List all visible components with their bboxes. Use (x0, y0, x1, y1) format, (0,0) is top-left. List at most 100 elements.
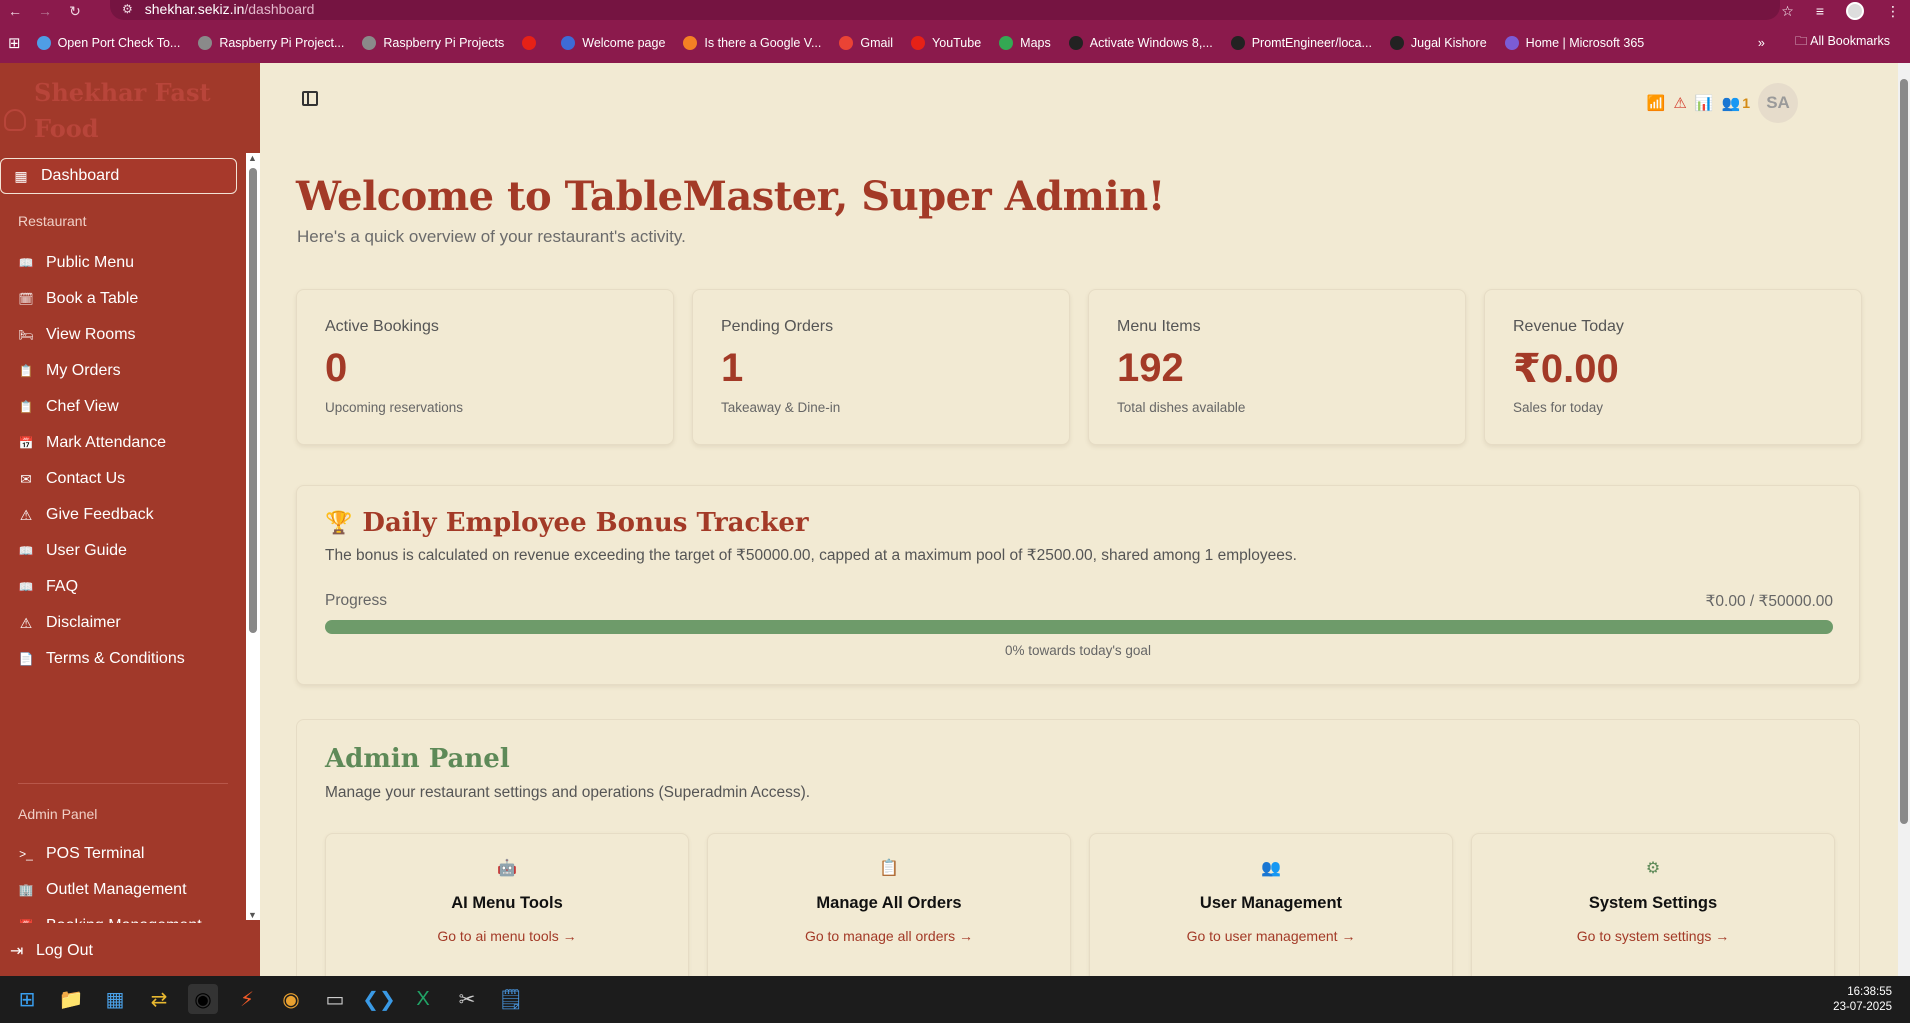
admin-tool-card[interactable]: 🤖 AI Menu Tools Go to ai menu tools → (325, 833, 689, 976)
bonus-description: The bonus is calculated on revenue excee… (325, 547, 1297, 564)
sidebar-item-booking-management[interactable]: 📅 Booking Management (0, 908, 236, 923)
sidebar-item-outlet-management[interactable]: 🏢 Outlet Management (0, 872, 236, 908)
bookmark-item[interactable]: Home | Microsoft 365 (1504, 35, 1644, 50)
excel-icon[interactable]: X (408, 984, 438, 1014)
sidebar-item-public-menu[interactable]: 📖 Public Menu (0, 245, 236, 281)
admin-tool-title: Manage All Orders (816, 894, 962, 912)
bookmark-favicon-icon (522, 35, 537, 50)
store-icon[interactable]: ▦ (100, 984, 130, 1014)
bonus-title: 🏆 Daily Employee Bonus Tracker (325, 508, 809, 538)
scrollbar-thumb[interactable] (249, 168, 257, 633)
windows-start-icon[interactable]: ⊞ (12, 984, 42, 1014)
scroll-up-icon[interactable]: ▲ (248, 153, 257, 163)
bookmark-item[interactable]: Is there a Google V... (683, 35, 821, 50)
sidebar-scrollbar[interactable]: ▲ ▼ (246, 153, 260, 920)
bookmarks-bar: ⊞ Open Port Check To... Raspberry Pi Proj… (0, 22, 1910, 63)
sidebar-toggle-icon[interactable] (302, 91, 318, 106)
dashboard-icon: ▦ (14, 167, 28, 184)
media-icon[interactable]: ≡ (1816, 3, 1824, 19)
sidebar-item-user-guide[interactable]: 📖 User Guide (0, 533, 236, 569)
admin-tool-link[interactable]: Go to system settings → (1472, 928, 1834, 944)
bookmark-favicon-icon (1504, 35, 1519, 50)
bookmark-item[interactable]: Gmail (839, 35, 894, 50)
bookmark-label: YouTube (932, 35, 982, 50)
sidebar-item-pos-terminal[interactable]: >_ POS Terminal (0, 836, 236, 872)
section-admin-panel: Admin Panel (18, 806, 98, 822)
system-clock[interactable]: 16:38:55 23-07-2025 (1833, 985, 1892, 1015)
snipping-icon[interactable]: ✂ (452, 984, 482, 1014)
bookmark-item[interactable]: Maps (999, 35, 1051, 50)
admin-tool-card[interactable]: ⚙ System Settings Go to system settings → (1471, 833, 1835, 976)
admin-tool-link[interactable]: Go to user management → (1090, 928, 1452, 944)
sidebar-item-my-orders[interactable]: 📋 My Orders (0, 353, 236, 389)
chrome-profile-icon[interactable]: ◉ (276, 984, 306, 1014)
bookmark-item[interactable]: Activate Windows 8,... (1068, 35, 1213, 50)
stat-hint: Upcoming reservations (325, 400, 464, 415)
alert-triangle-icon[interactable]: ⚠ (1673, 94, 1686, 112)
admin-tool-link-text: Go to ai menu tools (437, 928, 559, 944)
avatar[interactable]: SA (1758, 83, 1798, 123)
users-icon[interactable]: 👥 (1722, 94, 1741, 112)
mail-icon: ✉ (20, 470, 32, 487)
back-icon[interactable]: ← (0, 3, 30, 19)
terminal-icon[interactable]: ▭ (320, 984, 350, 1014)
sidebar-item-give-feedback[interactable]: ⚠ Give Feedback (0, 497, 236, 533)
flash-icon[interactable]: ⚡ (232, 984, 262, 1014)
sidebar-item-book-a-table[interactable]: 🗓 Book a Table (0, 281, 236, 317)
page-scrollbar[interactable] (1898, 63, 1910, 976)
app-icon[interactable]: ⇄ (144, 984, 174, 1014)
logout-button[interactable]: ⇥ Log Out (0, 933, 93, 969)
bookmark-star-icon[interactable]: ☆ (1781, 3, 1794, 20)
bar-chart-icon[interactable]: 📊 (1695, 94, 1714, 112)
chrome-icon[interactable]: ◉ (188, 984, 218, 1014)
sidebar-item-dashboard[interactable]: ▦ Dashboard (0, 158, 237, 194)
admin-tool-link[interactable]: Go to manage all orders → (708, 928, 1070, 944)
bookmark-item[interactable]: Raspberry Pi Projects (362, 35, 504, 50)
bookmark-item[interactable]: Raspberry Pi Project... (198, 35, 344, 50)
notepad-icon[interactable]: 🗒 (496, 984, 526, 1014)
stat-hint: Sales for today (1513, 400, 1604, 415)
sidebar-item-disclaimer[interactable]: ⚠ Disclaimer (0, 605, 236, 641)
apps-grid-icon[interactable]: ⊞ (8, 34, 21, 52)
menu-icon[interactable]: ⋮ (1886, 3, 1900, 20)
calendar-clock-icon: 🗓 (18, 292, 34, 306)
sidebar-item-view-rooms[interactable]: 🛏 View Rooms (0, 317, 236, 353)
sidebar-item-faq[interactable]: 📖 FAQ (0, 569, 236, 605)
bookmark-item[interactable]: Jugal Kishore (1389, 35, 1487, 50)
sidebar-item-label: My Orders (46, 362, 121, 379)
bookmark-item[interactable] (522, 35, 543, 50)
file-explorer-icon[interactable]: 📁 (56, 984, 86, 1014)
page-scrollbar-thumb[interactable] (1900, 79, 1908, 824)
address-bar[interactable]: ⚙ shekhar.sekiz.in/dashboard (110, 0, 1780, 20)
bookmark-item[interactable]: Open Port Check To... (36, 35, 180, 50)
site-info-icon[interactable]: ⚙ (122, 2, 133, 16)
reload-icon[interactable]: ↻ (60, 3, 90, 20)
admin-panel-title: Admin Panel (325, 744, 510, 774)
sidebar-item-terms-conditions[interactable]: 📄 Terms & Conditions (0, 641, 236, 677)
all-bookmarks[interactable]: 🗀 All Bookmarks (1795, 32, 1890, 53)
admin-tool-card[interactable]: 👥 User Management Go to user management → (1089, 833, 1453, 976)
profile-avatar[interactable] (1846, 2, 1864, 20)
forward-icon[interactable]: → (30, 3, 60, 19)
bookmark-label: Gmail (860, 35, 894, 50)
scroll-down-icon[interactable]: ▼ (248, 910, 257, 920)
clipboard-list-icon: 📋 (18, 364, 34, 378)
sidebar: Shekhar Fast Food ▦ Dashboard Restaurant… (0, 63, 260, 976)
sidebar-item-mark-attendance[interactable]: 📅 Mark Attendance (0, 425, 236, 461)
brand[interactable]: Shekhar Fast Food (0, 75, 260, 147)
bookmark-item[interactable]: Welcome page (561, 35, 665, 50)
sidebar-item-label: Terms & Conditions (46, 650, 185, 667)
wifi-icon: 📶 (1646, 95, 1666, 112)
sidebar-item-chef-view[interactable]: 📋 Chef View (0, 389, 236, 425)
bookmark-item[interactable]: PromtEngineer/loca... (1230, 35, 1372, 50)
more-bookmarks-icon[interactable]: » (1758, 36, 1765, 50)
logout-label: Log Out (36, 942, 93, 959)
sidebar-item-contact-us[interactable]: ✉ Contact Us (0, 461, 236, 497)
bookmark-label: Activate Windows 8,... (1089, 35, 1213, 50)
admin-tool-card[interactable]: 📋 Manage All Orders Go to manage all order… (707, 833, 1071, 976)
bookmark-item[interactable]: YouTube (911, 35, 982, 50)
vscode-icon[interactable]: ❮❯ (362, 984, 396, 1014)
sidebar-nav: ▦ Dashboard Restaurant Admin Panel 📖 Publ… (0, 153, 246, 923)
admin-tool-link[interactable]: Go to ai menu tools → (326, 928, 688, 944)
stat-card: Pending Orders 1 Takeaway & Dine-in (692, 289, 1070, 445)
